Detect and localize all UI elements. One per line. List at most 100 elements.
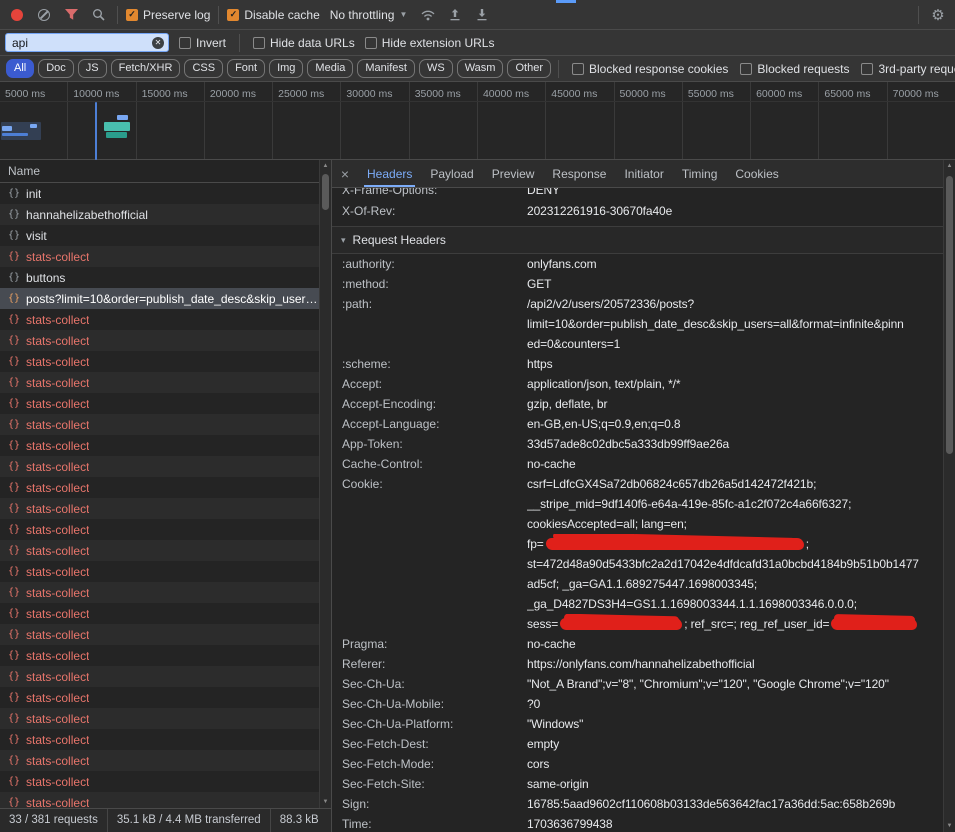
request-row[interactable]: {}stats-collect [0,456,319,477]
search-button[interactable] [87,4,109,26]
request-row[interactable]: {}stats-collect [0,708,319,729]
header-name: :authority: [342,254,527,274]
close-details-button[interactable]: × [332,160,358,187]
request-row[interactable]: {}posts?limit=10&order=publish_date_desc… [0,288,319,309]
header-value: https [527,354,943,374]
header-value: en-GB,en-US;q=0.9,en;q=0.8 [527,414,943,434]
request-row[interactable]: {}stats-collect [0,729,319,750]
hide-data-urls-checkbox[interactable]: Hide data URLs [253,36,355,50]
request-row[interactable]: {}stats-collect [0,435,319,456]
request-row[interactable]: {}init [0,183,319,204]
request-row[interactable]: {}stats-collect [0,393,319,414]
filter-toggle-button[interactable] [60,4,82,26]
tab-preview[interactable]: Preview [483,160,544,187]
type-filter-other[interactable]: Other [507,59,551,78]
filter-checkbox-blocked-requests[interactable]: Blocked requests [740,62,849,76]
request-row[interactable]: {}stats-collect [0,771,319,792]
request-row[interactable]: {}stats-collect [0,687,319,708]
request-row[interactable]: {}stats-collect [0,414,319,435]
record-button[interactable] [6,4,28,26]
request-name: stats-collect [26,397,89,411]
request-row[interactable]: {}hannahelizabethofficial [0,204,319,225]
type-filter-css[interactable]: CSS [184,59,223,78]
request-headers-section-header[interactable]: ▾Request Headers [332,227,943,254]
import-har-button[interactable] [444,4,466,26]
request-row[interactable]: {}stats-collect [0,750,319,771]
scroll-down-arrow-icon[interactable]: ▼ [944,820,955,832]
tab-cookies[interactable]: Cookies [726,160,787,187]
clear-icon [38,9,50,21]
request-row[interactable]: {}buttons [0,267,319,288]
type-filter-doc[interactable]: Doc [38,59,74,78]
request-row[interactable]: {}stats-collect [0,540,319,561]
type-filter-manifest[interactable]: Manifest [357,59,415,78]
details-scrollbar[interactable]: ▲ ▼ [943,160,955,832]
network-toolbar: Preserve log Disable cache No throttling… [0,0,955,30]
request-list-scrollbar[interactable]: ▲ ▼ [319,160,331,808]
resources-size: 88.3 kB [271,809,328,832]
request-row[interactable]: {}stats-collect [0,792,319,808]
toolbar-divider [218,6,219,24]
request-row[interactable]: {}stats-collect [0,603,319,624]
scrollbar-thumb[interactable] [322,174,329,210]
request-row[interactable]: {}stats-collect [0,582,319,603]
type-filter-ws[interactable]: WS [419,59,453,78]
header-value: https://onlyfans.com/hannahelizabethoffi… [527,654,943,674]
hide-extension-urls-checkbox[interactable]: Hide extension URLs [365,36,495,50]
tab-timing[interactable]: Timing [673,160,727,187]
clear-filter-icon[interactable]: ✕ [152,37,164,49]
tab-initiator[interactable]: Initiator [615,160,672,187]
header-row: Sec-Ch-Ua:"Not_A Brand";v="8", "Chromium… [332,674,943,694]
type-filter-js[interactable]: JS [78,59,107,78]
chevron-down-icon: ▼ [399,10,407,19]
tab-payload[interactable]: Payload [421,160,482,187]
scroll-up-arrow-icon[interactable]: ▲ [944,160,955,172]
json-braces-icon: {} [8,776,20,787]
request-row[interactable]: {}stats-collect [0,477,319,498]
filter-checkbox-blocked-response-cookies[interactable]: Blocked response cookies [572,62,728,76]
type-filter-fetch-xhr[interactable]: Fetch/XHR [111,59,181,78]
request-row[interactable]: {}stats-collect [0,624,319,645]
type-filter-all[interactable]: All [6,59,34,78]
network-conditions-button[interactable] [417,4,439,26]
type-filter-font[interactable]: Font [227,59,265,78]
header-name: Accept: [342,374,527,394]
scrollbar-thumb[interactable] [946,176,953,454]
overview-tick-label: 45000 ms [551,88,597,100]
request-row[interactable]: {}stats-collect [0,561,319,582]
request-row[interactable]: {}stats-collect [0,666,319,687]
request-row[interactable]: {}stats-collect [0,351,319,372]
request-row[interactable]: {}stats-collect [0,498,319,519]
header-row: Accept:application/json, text/plain, */* [332,374,943,394]
tab-headers[interactable]: Headers [358,160,421,187]
scroll-down-arrow-icon[interactable]: ▼ [320,796,331,808]
throttling-select[interactable]: No throttling ▼ [325,6,413,24]
type-filter-wasm[interactable]: Wasm [457,59,504,78]
settings-button[interactable]: ⚙ [927,4,949,26]
request-row[interactable]: {}stats-collect [0,330,319,351]
network-overview-timeline[interactable]: 5000 ms10000 ms15000 ms20000 ms25000 ms3… [0,82,955,160]
overview-bars [0,100,955,159]
name-column-header[interactable]: Name [0,160,331,183]
filter-checkbox-3rd-party-requests[interactable]: 3rd-party requests [861,62,955,76]
overview-tick-label: 30000 ms [346,88,392,100]
scroll-up-arrow-icon[interactable]: ▲ [320,160,331,172]
type-filter-media[interactable]: Media [307,59,353,78]
request-row[interactable]: {}stats-collect [0,372,319,393]
tab-response[interactable]: Response [543,160,615,187]
type-filter-img[interactable]: Img [269,59,303,78]
header-value: gzip, deflate, br [527,394,943,414]
request-row[interactable]: {}stats-collect [0,309,319,330]
filter-input[interactable] [10,35,148,51]
overview-tick-label: 20000 ms [210,88,256,100]
request-row[interactable]: {}stats-collect [0,246,319,267]
export-har-button[interactable] [471,4,493,26]
request-row[interactable]: {}stats-collect [0,519,319,540]
invert-checkbox[interactable]: Invert [179,36,226,50]
request-row[interactable]: {}visit [0,225,319,246]
clear-button[interactable] [33,4,55,26]
json-braces-icon: {} [8,566,20,577]
request-row[interactable]: {}stats-collect [0,645,319,666]
disable-cache-checkbox[interactable]: Disable cache [227,8,319,22]
preserve-log-checkbox[interactable]: Preserve log [126,8,210,22]
